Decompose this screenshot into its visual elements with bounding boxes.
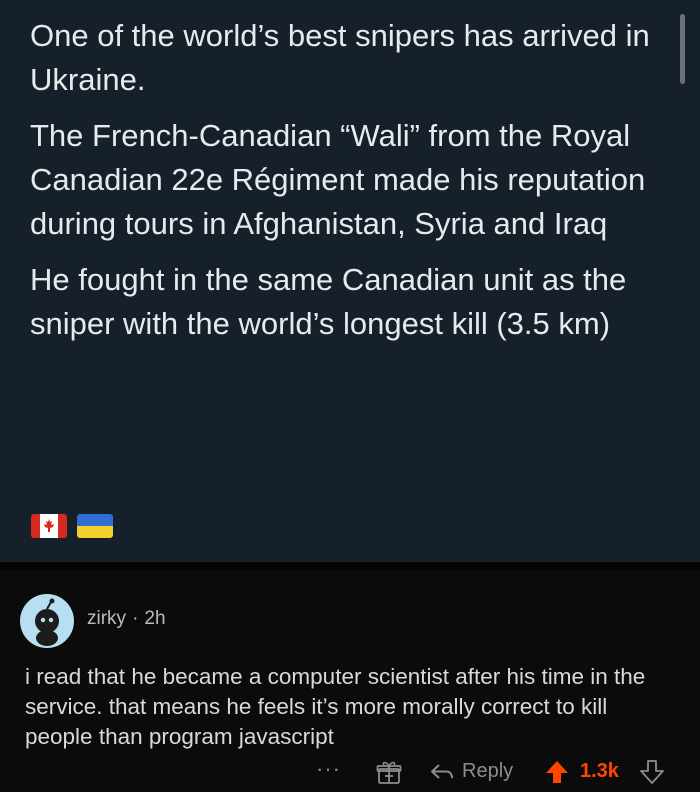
upvote-arrow-icon[interactable]: [545, 760, 569, 790]
comment-actions: ··· Reply 1.3k: [0, 756, 700, 786]
tweet-paragraph-3: He fought in the same Canadian unit as t…: [30, 262, 627, 341]
vote-score: 1.3k: [580, 760, 619, 782]
divider: [0, 562, 700, 570]
comment: zirky · 2h i read that he became a compute…: [0, 570, 700, 792]
ukraine-flag-icon: [77, 514, 113, 538]
tweet-paragraph-2: The French-Canadian “Wali” from the Roya…: [30, 118, 646, 241]
comment-body: i read that he became a computer scienti…: [25, 664, 646, 749]
comment-time: 2h: [144, 608, 166, 629]
reply-label: Reply: [462, 760, 514, 782]
more-options-button[interactable]: ···: [316, 756, 341, 782]
reply-button[interactable]: Reply: [430, 760, 513, 783]
scrollbar[interactable]: [680, 14, 685, 84]
username[interactable]: zirky: [87, 608, 126, 629]
flag-emojis: [31, 514, 113, 540]
downvote-arrow-icon[interactable]: [640, 760, 664, 790]
award-icon[interactable]: [376, 761, 402, 791]
tweet-screenshot: One of the world’s best snipers has arri…: [0, 0, 700, 562]
reply-icon: [431, 763, 453, 779]
avatar[interactable]: [20, 594, 74, 648]
separator-dot: ·: [132, 608, 139, 629]
tweet-paragraph-1: One of the world’s best snipers has arri…: [30, 18, 650, 97]
canada-flag-icon: [31, 514, 67, 538]
tweet-text: One of the world’s best snipers has arri…: [30, 14, 670, 358]
comment-meta: zirky · 2h: [87, 608, 166, 630]
